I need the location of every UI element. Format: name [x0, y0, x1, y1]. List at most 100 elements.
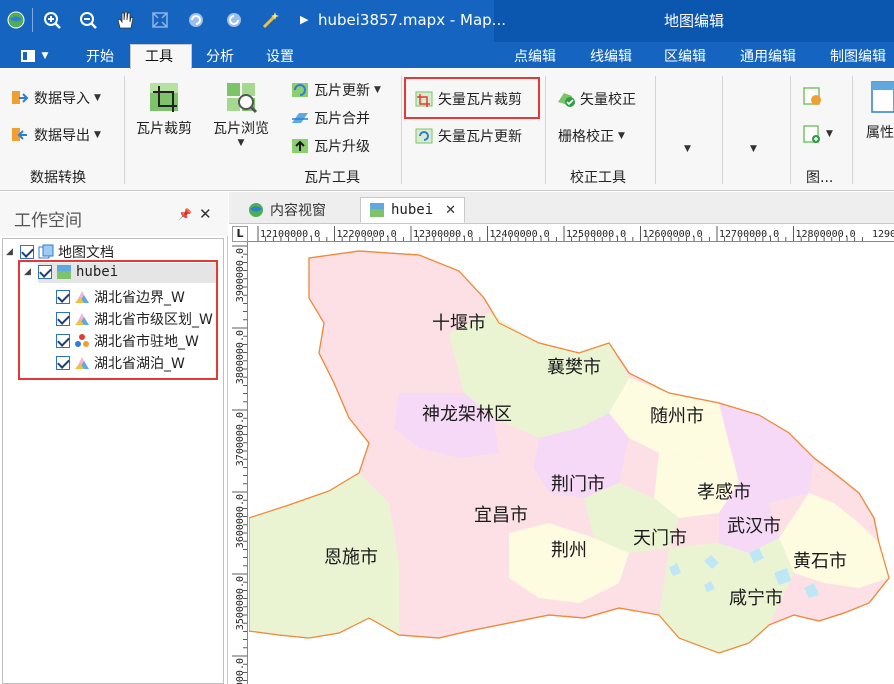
ribbon-separator — [655, 76, 656, 184]
refresh-alt-icon[interactable] — [222, 8, 246, 32]
ruler-top: 12100000.0 12200000.0 12300000.0 12400000.0… — [248, 226, 894, 242]
quick-access-separator — [32, 8, 33, 32]
workspace-title: 工作空间 — [14, 211, 82, 231]
tile-upgrade-icon — [292, 139, 308, 153]
properties-icon[interactable] — [870, 80, 894, 118]
ruler-top-label: 12600000.0 — [643, 229, 703, 240]
map-icon — [370, 203, 384, 217]
city-label-shiyan: 十堰市 — [432, 313, 486, 334]
tab-content-view-label: 内容视窗 — [270, 203, 326, 219]
city-label-xianning: 咸宁市 — [729, 588, 783, 609]
document-title: hubei3857.mapx - Map... — [318, 11, 506, 29]
tab-content-view[interactable]: 内容视窗 — [240, 197, 334, 223]
tile-upgrade-button[interactable]: 瓦片升级 — [290, 136, 370, 156]
ribbon-separator — [852, 76, 853, 184]
city-label-shennongjia: 神龙架林区 — [422, 404, 512, 425]
tab-cartography-edit[interactable]: 制图编辑 — [830, 46, 886, 66]
zoom-out-icon[interactable] — [76, 8, 100, 32]
globe-icon[interactable] — [4, 8, 28, 32]
group-label-tile-tools: 瓦片工具 — [304, 170, 360, 186]
city-label-yichang: 宜昌市 — [474, 505, 528, 526]
ruler-top-label: 12200000.0 — [337, 229, 397, 240]
pin-icon[interactable]: 📌 — [178, 208, 192, 221]
chevron-down-icon: ▼ — [94, 93, 101, 103]
data-import-button[interactable]: 数据导入 ▼ — [10, 88, 101, 108]
ruler-top-label: 12500000.0 — [566, 229, 626, 240]
tile-merge-icon — [292, 113, 308, 123]
group-label-data-convert: 数据转换 — [30, 170, 86, 186]
ruler-left-label: 3900000.0 — [235, 248, 246, 302]
vector-tile-update-icon — [415, 128, 433, 144]
tab-area-edit[interactable]: 区编辑 — [664, 46, 706, 66]
ruler-top-label: 12300000.0 — [413, 229, 473, 240]
data-export-label: 数据导出 — [34, 128, 90, 144]
tile-clip-button[interactable]: 瓦片裁剪 — [136, 80, 192, 138]
context-tab-title: 地图编辑 — [663, 12, 724, 30]
close-icon[interactable]: ✕ — [199, 205, 212, 223]
map-settings-icon[interactable] — [802, 86, 824, 112]
vector-correct-icon — [558, 93, 575, 107]
dropdown-chevron-icon[interactable]: ▼ — [684, 144, 691, 154]
add-map-item-button[interactable]: ▼ — [802, 124, 833, 144]
file-menu-button[interactable]: ▼ — [8, 45, 60, 67]
close-icon[interactable]: ✕ — [445, 203, 456, 218]
refresh-icon[interactable] — [184, 8, 208, 32]
add-page-icon — [803, 125, 820, 143]
globe-icon — [249, 203, 263, 217]
collapse-arrow-icon[interactable]: ◢ — [6, 247, 16, 257]
tab-line-edit[interactable]: 线编辑 — [590, 46, 632, 66]
tile-update-label: 瓦片更新 — [314, 83, 370, 99]
chevron-down-icon: ▼ — [618, 131, 625, 141]
ruler-left-label: 3400000.0 — [235, 658, 246, 684]
ribbon-separator — [545, 76, 546, 184]
tab-settings[interactable]: 设置 — [266, 46, 294, 66]
tab-tools[interactable]: 工具 — [145, 46, 173, 66]
properties-label[interactable]: 属性 — [866, 122, 894, 142]
ruler-left-label: 3700000.0 — [235, 412, 246, 466]
group-label-map: 图... — [806, 170, 834, 186]
pan-hand-icon[interactable] — [112, 8, 136, 32]
ruler-corner: L — [232, 226, 248, 242]
city-label-jingmen: 荆门市 — [551, 474, 605, 495]
chevron-down-icon: ▼ — [94, 130, 101, 140]
tab-point-edit[interactable]: 点编辑 — [514, 46, 556, 66]
city-label-huangshi: 黄石市 — [793, 551, 847, 572]
zoom-in-icon[interactable] — [40, 8, 64, 32]
tile-update-button[interactable]: 瓦片更新 ▼ — [290, 80, 381, 100]
raster-correct-label: 栅格校正 — [558, 129, 614, 145]
tab-start[interactable]: 开始 — [86, 46, 114, 66]
ribbon-separator — [124, 76, 125, 184]
ribbon-separator — [790, 76, 791, 184]
tile-upgrade-label: 瓦片升级 — [314, 139, 370, 155]
raster-correct-button[interactable]: 栅格校正 ▼ — [558, 126, 625, 146]
tab-analysis[interactable]: 分析 — [206, 46, 234, 66]
chevron-down-icon: ▼ — [826, 129, 833, 139]
checkbox-icon[interactable] — [20, 245, 34, 259]
chevron-down-icon: ▼ — [41, 51, 49, 61]
ruler-left-label: 3800000.0 — [235, 330, 246, 384]
dropdown-chevron-icon[interactable]: ▼ — [750, 144, 757, 154]
vector-correct-button[interactable]: 矢量校正 — [556, 89, 636, 109]
vector-tile-update-button[interactable]: 矢量瓦片更新 — [414, 126, 522, 146]
tab-hubei-map[interactable]: hubei ✕ — [360, 197, 466, 223]
tile-merge-button[interactable]: 瓦片合并 — [290, 108, 370, 128]
full-extent-icon[interactable] — [148, 8, 172, 32]
city-label-jingzhou: 荆州 — [551, 540, 587, 561]
chevron-down-icon: ▼ — [374, 85, 381, 95]
ruler-left-label: 3600000.0 — [235, 494, 246, 548]
map-canvas[interactable]: 十堰市 襄樊市 神龙架林区 随州市 荆门市 孝感市 宜昌市 武汉市 荆州 天门市… — [249, 243, 894, 684]
city-label-wuhan: 武汉市 — [727, 516, 781, 537]
tile-update-icon — [292, 83, 308, 97]
ruler-top-label: 12800000.0 — [796, 229, 856, 240]
magic-wand-icon[interactable] — [258, 8, 282, 32]
city-label-xiangfan: 襄樊市 — [547, 357, 601, 378]
city-label-xiaogan: 孝感市 — [697, 482, 751, 503]
tree-row-map-document[interactable]: ◢ 地图文档 — [6, 242, 114, 262]
tree-highlight-box — [18, 260, 218, 380]
tile-browse-button[interactable]: 瓦片浏览 ▼ — [213, 80, 269, 148]
tab-general-edit[interactable]: 通用编辑 — [740, 46, 796, 66]
city-label-suizhou: 随州市 — [650, 406, 704, 427]
ruler-top-label: 12900000.0 — [872, 229, 894, 240]
data-export-button[interactable]: 数据导出 ▼ — [10, 125, 101, 145]
group-label-correct-tools: 校正工具 — [570, 170, 626, 186]
